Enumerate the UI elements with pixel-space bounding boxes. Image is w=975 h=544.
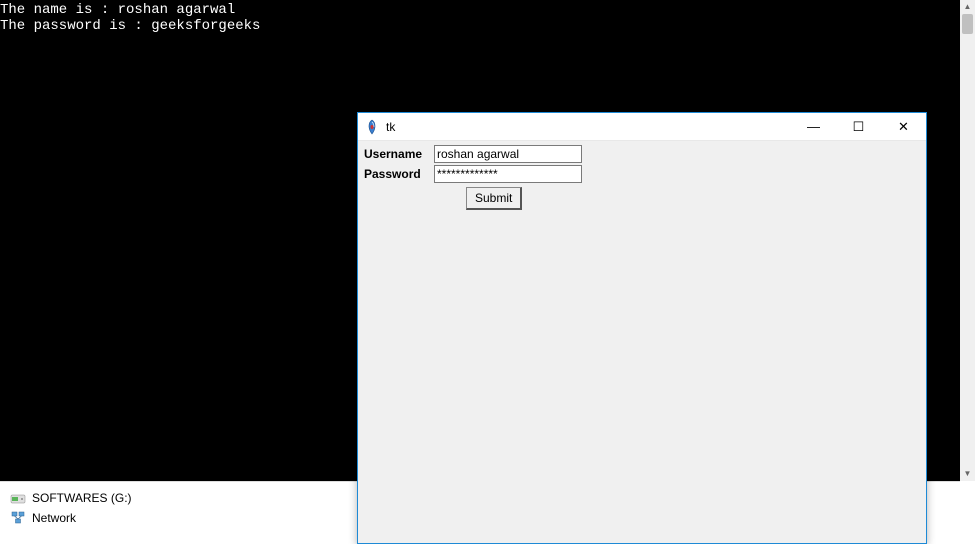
minimize-button[interactable]: — [791, 113, 836, 141]
password-row: Password [364, 165, 920, 183]
maximize-button[interactable]: ☐ [836, 113, 881, 141]
drive-label: SOFTWARES (G:) [32, 491, 132, 505]
terminal-scrollbar[interactable]: ▲ ▼ [960, 0, 975, 481]
scroll-thumb[interactable] [962, 14, 973, 34]
drive-icon [10, 491, 26, 505]
username-row: Username [364, 145, 920, 163]
terminal-output-line: The password is : geeksforgeeks [0, 18, 960, 34]
username-input[interactable] [434, 145, 582, 163]
username-label: Username [364, 147, 434, 161]
network-icon [10, 511, 26, 525]
terminal-output-line: The name is : roshan agarwal [0, 2, 960, 18]
tk-app-icon [364, 119, 380, 135]
submit-button[interactable]: Submit [466, 187, 522, 210]
password-label: Password [364, 167, 434, 181]
scroll-down-button[interactable]: ▼ [960, 467, 975, 481]
password-input[interactable] [434, 165, 582, 183]
titlebar[interactable]: tk — ☐ ✕ [358, 113, 926, 141]
scroll-up-button[interactable]: ▲ [960, 0, 975, 14]
form-content: Username Password Submit [358, 141, 926, 214]
window-controls: — ☐ ✕ [791, 113, 926, 141]
window-title: tk [386, 120, 791, 134]
tk-dialog-window: tk — ☐ ✕ Username Password Submit [357, 112, 927, 544]
network-label: Network [32, 511, 76, 525]
submit-row: Submit [364, 187, 920, 210]
close-button[interactable]: ✕ [881, 113, 926, 141]
